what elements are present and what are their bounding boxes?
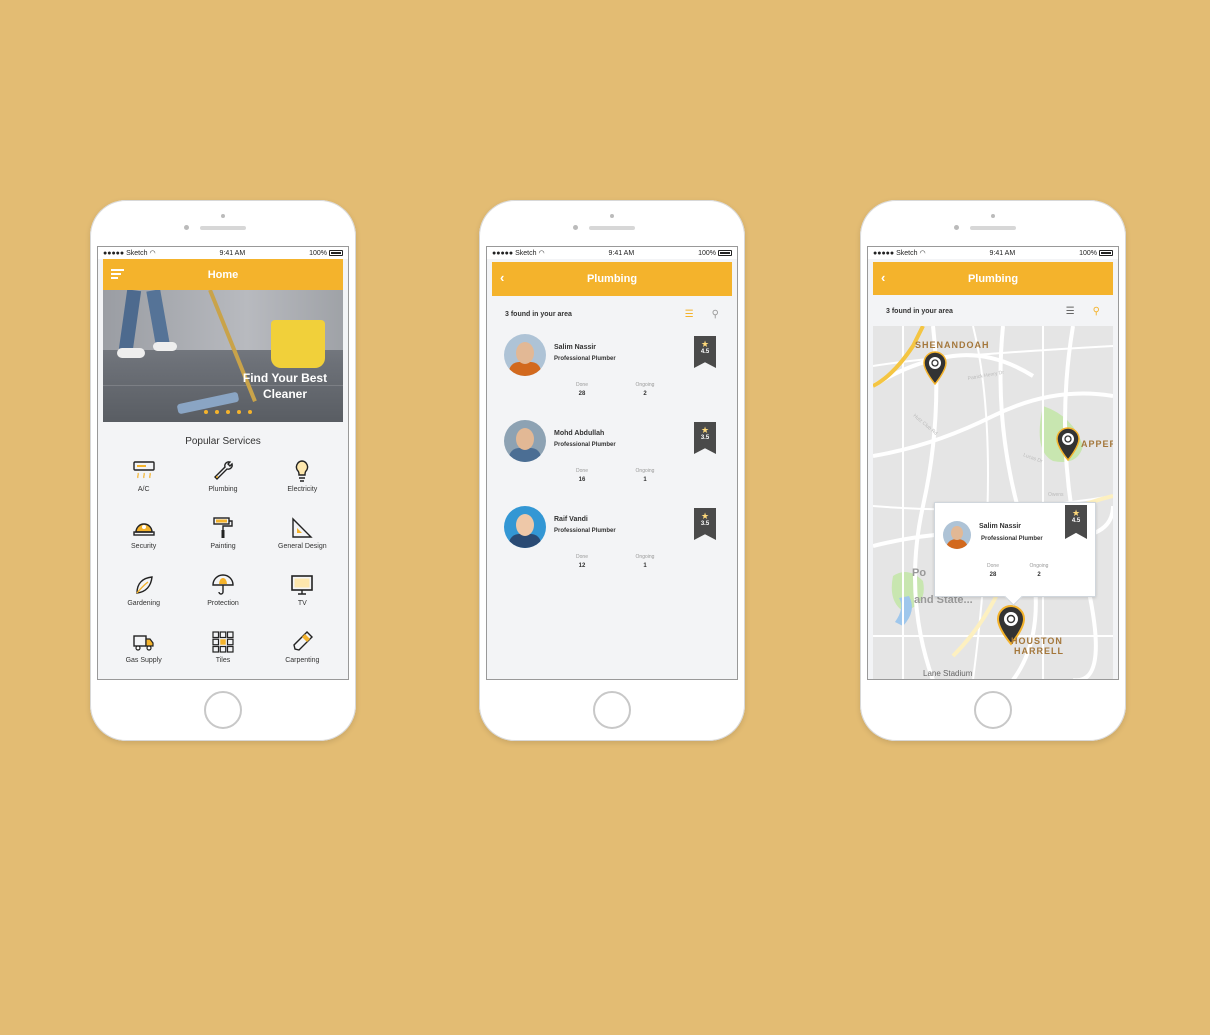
- results-count: 3 found in your area: [505, 310, 572, 318]
- home-navbar: Home: [103, 259, 343, 290]
- home-button[interactable]: [974, 691, 1012, 729]
- pro-card[interactable]: Raif Vandi Professional Plumber ★ 3.5 Don…: [492, 504, 732, 590]
- battery-icon: [717, 250, 732, 256]
- status-bar: ●●●●● Sketch ◠ 9:41 AM 100%: [98, 247, 348, 259]
- rating-badge: ★ 4.5: [1065, 505, 1087, 539]
- star-icon: ★: [700, 511, 710, 521]
- avatar: [943, 521, 971, 549]
- helmet-icon: [132, 523, 155, 536]
- star-icon: ★: [700, 339, 710, 349]
- map-label: APPER: [1081, 439, 1113, 449]
- truck-icon: [132, 635, 154, 651]
- battery-icon: [328, 250, 343, 256]
- rating-badge: ★ 3.5: [694, 508, 716, 540]
- map-navbar: ‹ Plumbing: [873, 262, 1113, 295]
- map-screen: ●●●●● Sketch ◠ 9:41 AM 100% ‹ Plumbing 3 …: [867, 246, 1119, 680]
- rating-badge: ★ 3.5: [694, 422, 716, 454]
- status-bar: ●●●●● Sketch ◠ 9:41 AM 100%: [868, 247, 1118, 259]
- wrench-icon: [213, 461, 233, 480]
- hero-banner[interactable]: Find Your Best Cleaner: [103, 290, 343, 422]
- service-security[interactable]: Security: [104, 512, 183, 569]
- page-title: Plumbing: [967, 272, 1019, 285]
- phone-map: ●●●●● Sketch ◠ 9:41 AM 100% ‹ Plumbing 3 …: [860, 200, 1126, 741]
- map-label: Lane Stadium: [923, 669, 973, 678]
- speaker-grille: [200, 226, 246, 230]
- service-gardening[interactable]: Gardening: [104, 569, 183, 626]
- home-screen: ●●●●● Sketch ◠ 9:41 AM 100% Home Find You…: [97, 246, 349, 680]
- back-icon[interactable]: ‹: [881, 270, 885, 285]
- map-pin-icon[interactable]: ⚲: [712, 309, 719, 320]
- avatar: [504, 420, 546, 462]
- list-screen: ●●●●● Sketch ◠ 9:41 AM 100% ‹ Plumbing 3 …: [486, 246, 738, 680]
- phone-list: ●●●●● Sketch ◠ 9:41 AM 100% ‹ Plumbing 3 …: [479, 200, 745, 741]
- service-plumbing[interactable]: Plumbing: [183, 455, 262, 512]
- results-header: 3 found in your area ☰ ⚲: [487, 296, 737, 332]
- service-general-design[interactable]: General Design: [263, 512, 342, 569]
- list-navbar: ‹ Plumbing: [492, 262, 732, 296]
- bulb-icon: [296, 460, 309, 482]
- results-header: 3 found in your area ☰ ⚲: [868, 295, 1118, 328]
- pro-popup[interactable]: Salim Nassir Professional Plumber ★ 4.5 D…: [934, 502, 1096, 597]
- wifi-icon: ◠: [919, 250, 926, 257]
- carousel-dots[interactable]: [204, 410, 252, 414]
- service-painting[interactable]: Painting: [183, 512, 262, 569]
- svg-text:Owens: Owens: [1048, 492, 1064, 498]
- battery-icon: [1098, 250, 1113, 256]
- section-title: Popular Services: [185, 436, 261, 447]
- phone-home: ●●●●● Sketch ◠ 9:41 AM 100% Home Find You…: [90, 200, 356, 741]
- map-pin-icon[interactable]: ⚲: [1093, 306, 1100, 317]
- pro-card[interactable]: Salim Nassir Professional Plumber ★ 4.5 D…: [492, 332, 732, 418]
- star-icon: ★: [1071, 508, 1081, 518]
- tv-icon: [291, 575, 314, 595]
- home-button[interactable]: [593, 691, 631, 729]
- wifi-icon: ◠: [149, 250, 156, 257]
- map-view[interactable]: Patrick Henry Dr Hutz Club Rd Lucas Dr O…: [873, 326, 1113, 679]
- paint-roller-icon: [213, 517, 233, 538]
- umbrella-icon: [212, 574, 234, 595]
- status-bar: ●●●●● Sketch ◠ 9:41 AM 100%: [487, 247, 737, 259]
- page-title: Home: [207, 268, 239, 281]
- service-tiles[interactable]: Tiles: [183, 626, 262, 679]
- bucket-image: [271, 320, 325, 368]
- sensor-dot: [184, 225, 189, 230]
- map-label: HOUSTON: [1011, 636, 1063, 646]
- star-icon: ★: [700, 425, 710, 435]
- saw-icon: [293, 631, 314, 651]
- home-button[interactable]: [204, 691, 242, 729]
- tiles-icon: [212, 631, 234, 653]
- ac-icon: [132, 461, 155, 479]
- pro-card[interactable]: Mohd Abdullah Professional Plumber ★ 3.5 …: [492, 418, 732, 504]
- service-ac[interactable]: A/C: [104, 455, 183, 512]
- battery-status: 100%: [309, 250, 343, 257]
- map-label: Po: [912, 567, 927, 579]
- service-gas-supply[interactable]: Gas Supply: [104, 626, 183, 679]
- service-carpenting[interactable]: Carpenting: [263, 626, 342, 679]
- camera-dot: [221, 214, 225, 218]
- back-icon[interactable]: ‹: [500, 270, 504, 285]
- hero-text: Find Your Best Cleaner: [242, 371, 328, 401]
- carrier-label: ●●●●● Sketch ◠: [103, 249, 156, 258]
- page-title: Plumbing: [586, 273, 638, 285]
- list-view-icon[interactable]: ☰: [1066, 306, 1075, 317]
- set-square-icon: [292, 517, 314, 538]
- service-protection[interactable]: Protection: [183, 569, 262, 626]
- map-label: SHENANDOAH: [915, 340, 990, 350]
- results-count: 3 found in your area: [886, 308, 953, 315]
- rating-badge: ★ 4.5: [694, 336, 716, 368]
- leaf-icon: [135, 576, 153, 594]
- status-time: 9:41 AM: [219, 249, 246, 257]
- wifi-icon: ◠: [538, 250, 545, 257]
- services-grid: A/C Plumbing Electricity Security Painti…: [98, 455, 348, 679]
- avatar: [504, 506, 546, 548]
- service-electricity[interactable]: Electricity: [263, 455, 342, 512]
- service-tv[interactable]: TV: [263, 569, 342, 626]
- menu-icon[interactable]: [111, 267, 124, 281]
- map-label: HARRELL: [1014, 646, 1064, 656]
- list-view-icon[interactable]: ☰: [685, 309, 694, 320]
- avatar: [504, 334, 546, 376]
